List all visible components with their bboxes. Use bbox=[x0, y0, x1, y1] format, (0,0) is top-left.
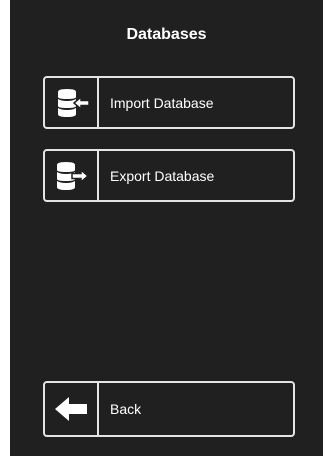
databases-panel: Databases Import Database Export Databas… bbox=[10, 0, 323, 456]
import-database-label: Import Database bbox=[110, 94, 214, 111]
export-database-button[interactable]: Export Database bbox=[43, 149, 295, 202]
database-export-icon bbox=[57, 161, 90, 190]
back-label: Back bbox=[110, 401, 142, 417]
back-button[interactable]: Back bbox=[43, 381, 295, 437]
arrow-left-icon bbox=[55, 397, 87, 421]
export-database-label: Export Database bbox=[110, 167, 215, 184]
back-icon-cell bbox=[45, 383, 99, 435]
panel-title: Databases bbox=[126, 26, 207, 43]
import-database-button[interactable]: Import Database bbox=[43, 76, 295, 129]
import-icon-cell bbox=[45, 78, 99, 127]
database-import-icon bbox=[58, 88, 90, 117]
export-icon-cell bbox=[45, 151, 99, 200]
